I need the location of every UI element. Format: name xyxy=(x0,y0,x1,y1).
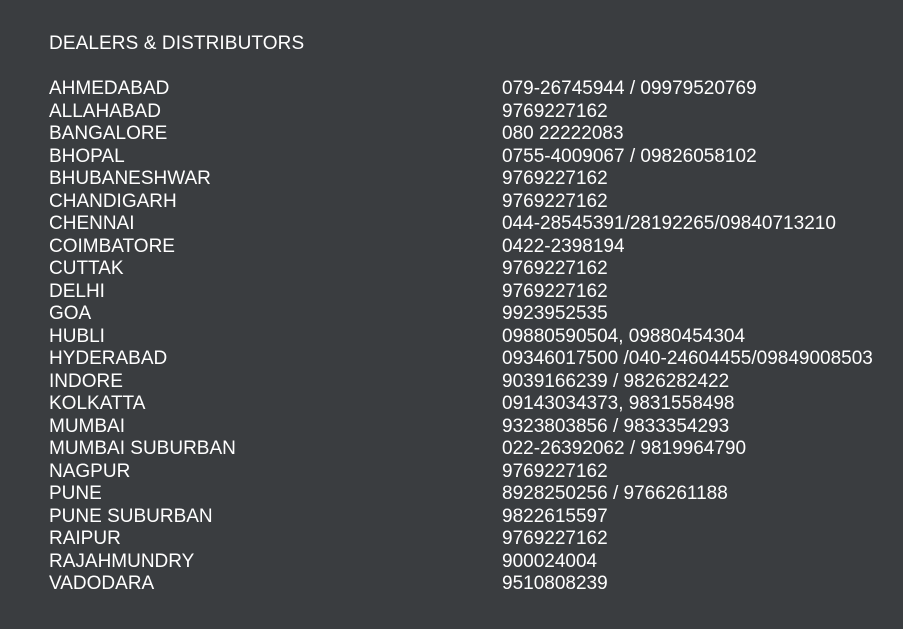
dealer-row: DELHI 9769227162 xyxy=(49,281,899,304)
dealer-row: PUNE 8928250256 / 9766261188 xyxy=(49,483,899,506)
dealer-row: RAIPUR 9769227162 xyxy=(49,528,899,551)
dealer-phone: 9923952535 xyxy=(502,303,608,324)
dealer-city: CUTTAK xyxy=(49,258,124,279)
dealer-phone: 9769227162 xyxy=(502,528,608,549)
dealer-row: AHMEDABAD 079-26745944 / 09979520769 xyxy=(49,78,899,101)
dealer-city: MUMBAI xyxy=(49,415,125,437)
dealer-city: BHUBANESHWAR xyxy=(49,168,211,189)
dealer-phone: 9769227162 xyxy=(502,280,608,302)
dealer-city: VADODARA xyxy=(49,573,155,594)
dealer-phone: 09143034373, 9831558498 xyxy=(502,393,735,414)
dealer-phone: 9323803856 / 9833354293 xyxy=(502,415,730,437)
dealer-row: MUMBAI SUBURBAN 022-26392062 / 9819964790 xyxy=(49,438,899,461)
dealer-row: COIMBATORE 0422-2398194 xyxy=(49,236,899,259)
dealer-city: ALLAHABAD xyxy=(49,100,161,122)
dealer-phone: 9510808239 xyxy=(502,573,608,594)
dealer-row: MUMBAI 9323803856 / 9833354293 xyxy=(49,416,899,439)
dealer-phone: 080 22222083 xyxy=(502,123,624,144)
dealer-phone: 9769227162 xyxy=(502,168,608,189)
dealer-city: RAIPUR xyxy=(49,528,121,549)
dealer-city: BHOPAL xyxy=(49,145,125,167)
dealer-city: HYDERABAD xyxy=(49,348,168,369)
dealer-phone: 9769227162 xyxy=(502,190,608,212)
dealer-city: RAJAHMUNDRY xyxy=(49,550,195,572)
dealer-row: KOLKATTA 09143034373, 9831558498 xyxy=(49,393,899,416)
dealer-row: BHUBANESHWAR 9769227162 xyxy=(49,168,899,191)
dealer-city: GOA xyxy=(49,303,92,324)
dealer-phone: 0755-4009067 / 09826058102 xyxy=(502,145,757,167)
dealer-list: AHMEDABAD 079-26745944 / 09979520769 ALLA… xyxy=(49,78,899,596)
dealer-row: RAJAHMUNDRY 900024004 xyxy=(49,551,899,574)
dealer-row: INDORE 9039166239 / 9826282422 xyxy=(49,371,899,394)
dealer-city: PUNE xyxy=(49,483,102,504)
dealer-city: BANGALORE xyxy=(49,123,168,144)
dealer-city: COIMBATORE xyxy=(49,235,175,257)
dealer-row: NAGPUR 9769227162 xyxy=(49,461,899,484)
dealer-city: DELHI xyxy=(49,280,105,302)
dealer-city: AHMEDABAD xyxy=(49,78,170,99)
dealer-row: ALLAHABAD 9769227162 xyxy=(49,101,899,124)
dealer-phone: 022-26392062 / 9819964790 xyxy=(502,438,747,459)
dealer-phone: 9039166239 / 9826282422 xyxy=(502,370,730,392)
dealer-row: BANGALORE 080 22222083 xyxy=(49,123,899,146)
dealer-row: BHOPAL 0755-4009067 / 09826058102 xyxy=(49,146,899,169)
dealer-row: HUBLI 09880590504, 09880454304 xyxy=(49,326,899,349)
dealer-phone: 09880590504, 09880454304 xyxy=(502,325,746,347)
dealer-phone: 8928250256 / 9766261188 xyxy=(502,483,728,504)
dealer-city: HUBLI xyxy=(49,325,105,347)
dealer-city: INDORE xyxy=(49,370,123,392)
dealer-city: CHENNAI xyxy=(49,213,135,234)
dealer-phone: 9769227162 xyxy=(502,460,608,482)
dealer-phone: 044-28545391/28192265/09840713210 xyxy=(502,213,836,234)
page-heading: DEALERS & DISTRIBUTORS xyxy=(49,33,305,54)
dealer-row: CHENNAI 044-28545391/28192265/09840713210 xyxy=(49,213,899,236)
dealer-row: CUTTAK 9769227162 xyxy=(49,258,899,281)
dealer-phone: 09346017500 /040-24604455/09849008503 xyxy=(502,348,873,369)
dealer-row: GOA 9923952535 xyxy=(49,303,899,326)
dealer-phone: 9769227162 xyxy=(502,100,608,122)
dealer-phone: 9822615597 xyxy=(502,505,608,527)
dealer-city: KOLKATTA xyxy=(49,393,146,414)
dealer-phone: 0422-2398194 xyxy=(502,235,625,257)
dealer-phone: 900024004 xyxy=(502,550,598,572)
dealer-row: VADODARA 9510808239 xyxy=(49,573,899,596)
dealer-city: CHANDIGARH xyxy=(49,190,177,212)
dealer-row: CHANDIGARH 9769227162 xyxy=(49,191,899,214)
dealer-phone: 9769227162 xyxy=(502,258,608,279)
dealer-city: MUMBAI SUBURBAN xyxy=(49,438,236,459)
dealer-phone: 079-26745944 / 09979520769 xyxy=(502,78,757,99)
dealer-row: PUNE SUBURBAN 9822615597 xyxy=(49,506,899,529)
dealer-city: PUNE SUBURBAN xyxy=(49,505,213,527)
dealer-row: HYDERABAD 09346017500 /040-24604455/09849… xyxy=(49,348,899,371)
dealer-city: NAGPUR xyxy=(49,460,131,482)
